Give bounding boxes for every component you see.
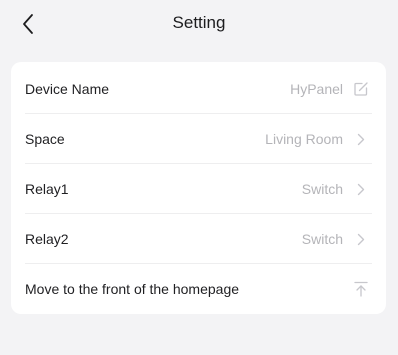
- device-name-label: Device Name: [25, 81, 110, 97]
- relay2-label: Relay2: [25, 231, 69, 247]
- device-name-row[interactable]: Device Name HyPanel: [11, 64, 386, 114]
- relay1-label: Relay1: [25, 181, 69, 197]
- relay2-value: Switch: [301, 231, 343, 247]
- relay2-row[interactable]: Relay2 Switch: [11, 214, 386, 264]
- chevron-right-icon: [353, 131, 369, 147]
- move-to-front-label: Move to the front of the homepage: [25, 281, 240, 297]
- edit-icon[interactable]: [353, 81, 369, 97]
- chevron-right-icon: [353, 231, 369, 247]
- page-title: Setting: [172, 13, 226, 32]
- chevron-right-icon: [353, 181, 369, 197]
- space-label: Space: [25, 131, 65, 147]
- header-bar: Setting: [0, 0, 398, 50]
- relay1-value: Switch: [301, 181, 343, 197]
- move-to-top-icon[interactable]: [353, 281, 369, 297]
- relay1-row[interactable]: Relay1 Switch: [11, 164, 386, 214]
- settings-card: Device Name HyPanel Space Living Room Re…: [11, 62, 386, 314]
- move-to-front-row[interactable]: Move to the front of the homepage: [11, 264, 386, 314]
- device-name-value: HyPanel: [290, 81, 343, 97]
- space-row[interactable]: Space Living Room: [11, 114, 386, 164]
- space-value: Living Room: [265, 131, 343, 147]
